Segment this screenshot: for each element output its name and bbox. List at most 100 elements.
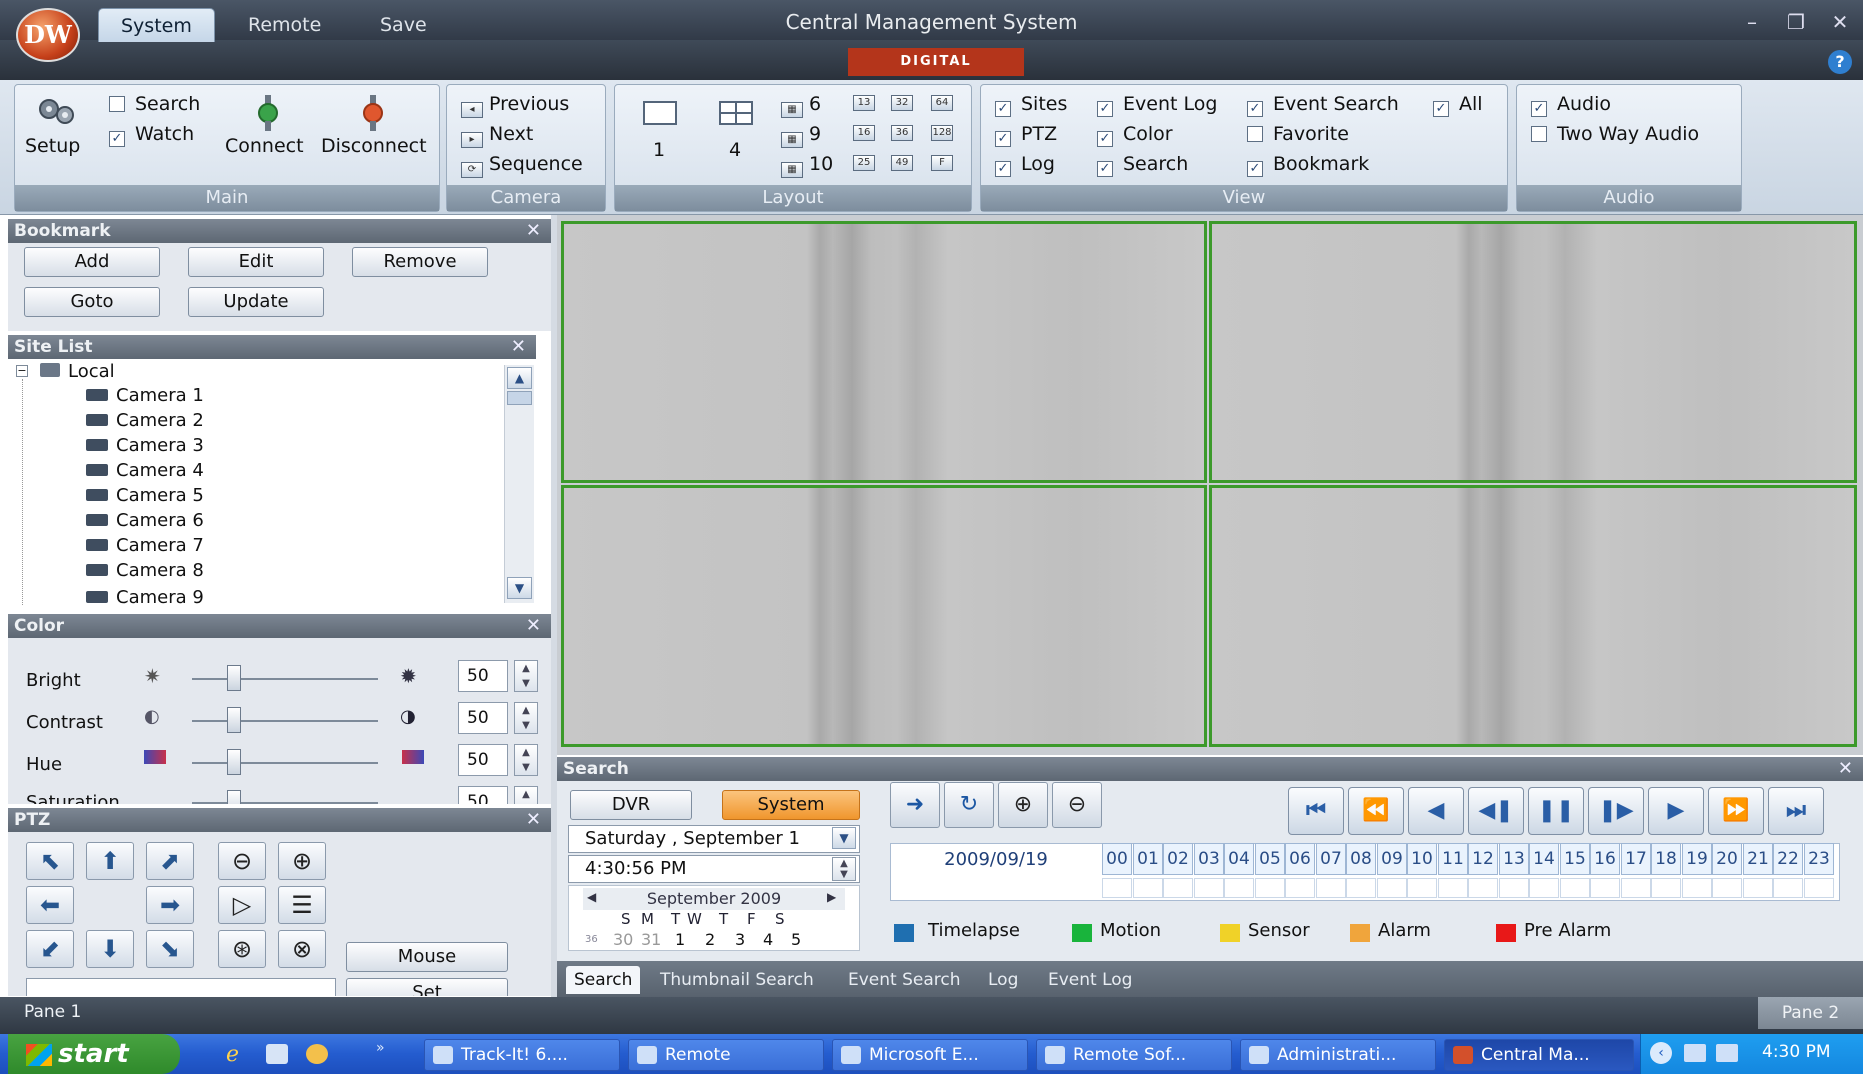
scroll-down-icon[interactable]: ▼ (507, 577, 532, 599)
timeline-hour[interactable]: 01 (1133, 843, 1163, 875)
view-ptz-checkbox[interactable]: ✓ PTZ (995, 123, 1057, 147)
tab-log[interactable]: Log (980, 966, 1026, 994)
timeline-slot[interactable] (1682, 878, 1712, 898)
tray-expand-icon[interactable]: ‹ (1650, 1042, 1672, 1064)
close-window-button[interactable]: ✕ (1826, 10, 1854, 34)
pan-up-right-icon[interactable]: ⬈ (146, 842, 194, 880)
sequence-button[interactable]: ⟳ Sequence (461, 153, 583, 178)
timeline-slot[interactable] (1529, 878, 1559, 898)
tree-root-local[interactable]: Local (40, 361, 115, 382)
timeline-hour[interactable]: 22 (1773, 843, 1803, 875)
timeline-hour[interactable]: 02 (1163, 843, 1193, 875)
task-remote-software[interactable]: Remote Sof... (1036, 1039, 1232, 1071)
ie-icon[interactable]: ℯ (226, 1042, 239, 1067)
bookmark-edit-button[interactable]: Edit (188, 247, 324, 277)
timeline-hour[interactable]: 20 (1712, 843, 1742, 875)
bookmark-remove-button[interactable]: Remove (352, 247, 488, 277)
tree-item-camera-3[interactable]: Camera 3 (86, 435, 204, 456)
tree-item-camera-4[interactable]: Camera 4 (86, 460, 204, 481)
close-icon[interactable]: ✕ (1838, 757, 1853, 781)
network-icon-2[interactable] (1716, 1044, 1738, 1062)
timeline-slot[interactable] (1163, 878, 1193, 898)
task-microsoft-e[interactable]: Microsoft E... (832, 1039, 1028, 1071)
time-input[interactable]: 4:30:56 PM (568, 855, 860, 883)
pan-down-right-icon[interactable]: ⬊ (146, 930, 194, 968)
fast-forward-icon[interactable]: ⏩ (1708, 787, 1764, 835)
pause-icon[interactable]: ❚❚ (1528, 787, 1584, 835)
timeline-slot[interactable] (1255, 878, 1285, 898)
video-pane-4[interactable] (1209, 485, 1857, 747)
timeline-slot[interactable] (1468, 878, 1498, 898)
timeline-slot[interactable] (1621, 878, 1651, 898)
timeline-slot[interactable] (1651, 878, 1681, 898)
saturation-slider[interactable] (192, 802, 378, 804)
layout-25-icon[interactable]: 25 (853, 155, 875, 171)
fullscreen-icon[interactable]: F (931, 155, 953, 171)
timeline-slot[interactable] (1407, 878, 1437, 898)
calendar-day[interactable]: 4 (763, 930, 773, 949)
step-backward-icon[interactable]: ◀❚ (1468, 787, 1524, 835)
layout-9-button[interactable]: ▦ 9 (781, 123, 821, 148)
timeline-hour[interactable]: 07 (1316, 843, 1346, 875)
task-track-it[interactable]: Track-It! 6.... (424, 1039, 620, 1071)
timeline-slot[interactable] (1102, 878, 1132, 898)
timeline-hour[interactable]: 17 (1621, 843, 1651, 875)
timeline-slot[interactable] (1224, 878, 1254, 898)
timeline-slot[interactable] (1743, 878, 1773, 898)
quick-launch-more-icon[interactable]: » (376, 1040, 385, 1056)
view-event-log-checkbox[interactable]: ✓ Event Log (1097, 93, 1217, 117)
timeline-hour[interactable]: 12 (1468, 843, 1498, 875)
bookmark-goto-button[interactable]: Goto (24, 287, 160, 317)
close-icon[interactable]: ✕ (526, 808, 541, 832)
view-bookmark-checkbox[interactable]: ✓ Bookmark (1247, 153, 1369, 177)
bookmark-add-button[interactable]: Add (24, 247, 160, 277)
minimize-button[interactable]: – (1738, 10, 1766, 34)
search-dvr-button[interactable]: DVR (570, 790, 692, 820)
tab-system[interactable]: System (98, 8, 215, 42)
hue-slider[interactable] (192, 762, 378, 764)
pan-down-left-icon[interactable]: ⬋ (26, 930, 74, 968)
timeline-slot[interactable] (1194, 878, 1224, 898)
tab-event-log[interactable]: Event Log (1040, 966, 1140, 994)
task-central-management[interactable]: Central Ma... (1444, 1039, 1634, 1071)
iris-open-icon[interactable]: ⊛ (218, 930, 266, 968)
calendar-day[interactable]: 30 (613, 930, 633, 949)
restore-button[interactable]: ❐ (1782, 10, 1810, 34)
timeline-hour[interactable]: 23 (1804, 843, 1834, 875)
timeline-slot[interactable] (1804, 878, 1834, 898)
setup-button[interactable]: Setup (25, 135, 80, 157)
ptz-set-button[interactable]: Set (346, 978, 508, 996)
contrast-slider-thumb[interactable] (226, 707, 241, 733)
hue-slider-thumb[interactable] (226, 749, 241, 775)
close-icon[interactable]: ✕ (511, 335, 526, 359)
calendar-day[interactable]: 5 (791, 930, 801, 949)
play-icon[interactable]: ▶ (1648, 787, 1704, 835)
video-pane-2[interactable] (1209, 221, 1857, 483)
audio-checkbox[interactable]: ✓ Audio (1531, 93, 1611, 117)
timeline-hour[interactable]: 11 (1438, 843, 1468, 875)
next-month-icon[interactable]: ▶ (827, 890, 836, 904)
pan-right-icon[interactable]: ➡ (146, 886, 194, 924)
timeline-hour[interactable]: 06 (1285, 843, 1315, 875)
tree-item-camera-9[interactable]: Camera 9 (86, 587, 204, 605)
close-icon[interactable]: ✕ (526, 219, 541, 243)
timeline-hour[interactable]: 14 (1529, 843, 1559, 875)
view-event-search-checkbox[interactable]: ✓ Event Search (1247, 93, 1399, 117)
saturation-value[interactable]: 50 (458, 786, 508, 804)
saturation-slider-thumb[interactable] (226, 790, 241, 804)
timeline-hour[interactable]: 19 (1682, 843, 1712, 875)
timeline-slot[interactable] (1712, 878, 1742, 898)
bright-slider[interactable] (192, 678, 378, 680)
video-pane-1[interactable] (561, 221, 1207, 483)
pan-up-icon[interactable]: ⬆ (86, 842, 134, 880)
tab-save[interactable]: Save (358, 8, 449, 42)
layout-16-icon[interactable]: 16 (853, 125, 875, 141)
timeline-slot[interactable] (1438, 878, 1468, 898)
refresh-icon[interactable]: ↻ (944, 782, 994, 828)
timeline-slot[interactable] (1773, 878, 1803, 898)
chevron-down-icon[interactable]: ▼ (832, 827, 856, 849)
focus-near-icon[interactable]: ▷ (218, 886, 266, 924)
time-spinner[interactable]: ▲ ▼ (832, 857, 856, 881)
previous-button[interactable]: ◂ Previous (461, 93, 569, 118)
go-to-start-icon[interactable]: ⏮ (1288, 787, 1344, 835)
